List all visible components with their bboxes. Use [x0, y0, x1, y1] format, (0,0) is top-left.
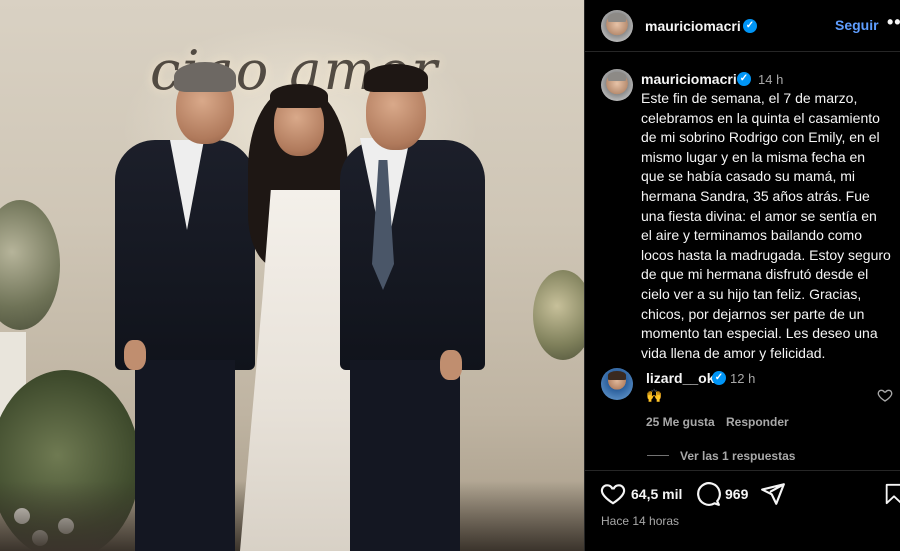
caption-author-username[interactable]: mauriciomacri: [641, 71, 737, 87]
caption-text: Este fin de semana, el 7 de marzo, celeb…: [641, 90, 891, 361]
post-photo[interactable]: ciao amor: [0, 0, 584, 551]
verified-badge-icon: ✓: [743, 19, 757, 33]
follow-button[interactable]: Seguir: [835, 17, 879, 33]
heart-icon[interactable]: [600, 481, 626, 507]
likes-count[interactable]: 64,5 mil: [631, 486, 682, 502]
verified-badge-icon: ✓: [737, 72, 751, 86]
comment-likes-count[interactable]: 25 Me gusta: [646, 415, 715, 429]
actions-divider: [585, 470, 900, 471]
caption-author-avatar[interactable]: [601, 69, 633, 101]
comment-time: 12 h: [730, 371, 756, 386]
flower-arrangement-right: [533, 270, 584, 360]
comment-text: 🙌: [646, 388, 663, 403]
comments-count[interactable]: 969: [725, 486, 748, 502]
more-options-icon[interactable]: •••: [887, 12, 900, 33]
bookmark-icon[interactable]: [883, 481, 900, 507]
comment-bubble-icon[interactable]: [695, 481, 721, 507]
post-sidebar: mauriciomacri ✓ Seguir ••• mauriciomacri…: [584, 0, 900, 551]
author-username[interactable]: mauriciomacri: [645, 18, 741, 34]
post-header: mauriciomacri ✓ Seguir •••: [585, 0, 900, 52]
commenter-avatar[interactable]: [601, 368, 633, 400]
replies-line: [647, 455, 669, 456]
flower-arrangement-left-top: [0, 200, 60, 330]
commenter-username[interactable]: lizard__ok: [646, 370, 714, 386]
caption-time: 14 h: [758, 72, 784, 87]
verified-badge-icon: ✓: [712, 371, 726, 385]
reply-button[interactable]: Responder: [726, 415, 789, 429]
comment-like-heart-icon[interactable]: [877, 387, 893, 403]
paper-plane-icon[interactable]: [760, 481, 786, 507]
author-avatar[interactable]: [601, 10, 633, 42]
view-replies-link[interactable]: Ver las 1 respuestas: [680, 449, 795, 463]
post-time-ago: Hace 14 horas: [601, 514, 680, 528]
